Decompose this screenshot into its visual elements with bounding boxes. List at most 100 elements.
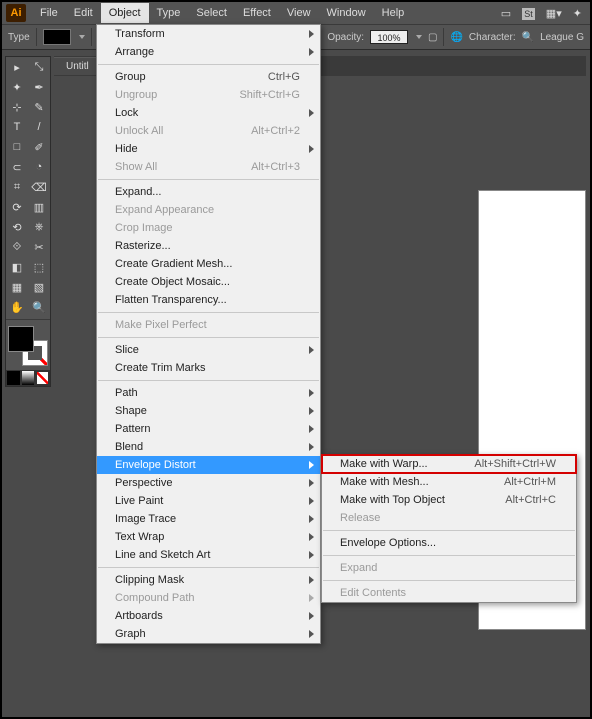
menu-separator xyxy=(323,580,575,581)
menu-item-label: Envelope Distort xyxy=(115,459,196,471)
menu-item-shape[interactable]: Shape xyxy=(97,402,320,420)
menubar: Ai FileEditObjectTypeSelectEffectViewWin… xyxy=(2,2,590,24)
menu-item-perspective[interactable]: Perspective xyxy=(97,474,320,492)
menu-item-make-with-top-object[interactable]: Make with Top ObjectAlt+Ctrl+C xyxy=(322,491,576,509)
tool-4[interactable]: ⊹ xyxy=(6,97,28,117)
menu-select[interactable]: Select xyxy=(188,3,235,23)
tool-3[interactable]: ✒ xyxy=(28,77,50,97)
menu-item-label: Create Gradient Mesh... xyxy=(115,258,232,270)
tool-0[interactable]: ▸ xyxy=(6,57,28,77)
menu-object[interactable]: Object xyxy=(101,3,149,23)
menu-item-create-gradient-mesh[interactable]: Create Gradient Mesh... xyxy=(97,255,320,273)
menu-item-lock[interactable]: Lock xyxy=(97,104,320,122)
tool-10[interactable]: ⊂ xyxy=(6,157,28,177)
chevron-right-icon xyxy=(309,48,314,56)
menu-item-expand: Expand xyxy=(322,559,576,577)
menu-item-label: Perspective xyxy=(115,477,172,489)
tools-panel: ▸⤡✦✒⊹✎T/□✐⊂◔⌗⌫⟳▥⟲⎈⟐✂◧⬚▦▧✋🔍 xyxy=(5,56,51,387)
menu-edit[interactable]: Edit xyxy=(66,3,101,23)
font-name[interactable]: League G xyxy=(540,32,584,43)
search-bar-icon[interactable]: ▭ xyxy=(501,7,511,20)
chevron-down-icon[interactable] xyxy=(79,35,85,39)
tool-20[interactable]: ◧ xyxy=(6,257,28,277)
menu-item-label: Expand Appearance xyxy=(115,204,214,216)
menu-effect[interactable]: Effect xyxy=(235,3,279,23)
menu-item-crop-image: Crop Image xyxy=(97,219,320,237)
menu-file[interactable]: File xyxy=(32,3,66,23)
tool-15[interactable]: ▥ xyxy=(28,197,50,217)
tool-25[interactable]: 🔍 xyxy=(28,297,50,317)
menu-item-label: Flatten Transparency... xyxy=(115,294,227,306)
menu-view[interactable]: View xyxy=(279,3,319,23)
menu-item-group[interactable]: GroupCtrl+G xyxy=(97,68,320,86)
tool-21[interactable]: ⬚ xyxy=(28,257,50,277)
chevron-right-icon xyxy=(309,461,314,469)
menu-item-flatten-transparency[interactable]: Flatten Transparency... xyxy=(97,291,320,309)
menu-item-image-trace[interactable]: Image Trace xyxy=(97,510,320,528)
tool-17[interactable]: ⎈ xyxy=(28,217,50,237)
menu-item-label: Clipping Mask xyxy=(115,574,184,586)
menu-item-label: Rasterize... xyxy=(115,240,171,252)
tool-7[interactable]: / xyxy=(28,117,50,137)
color-mode-row[interactable] xyxy=(6,370,50,386)
menu-shortcut: Alt+Shift+Ctrl+W xyxy=(454,458,556,470)
tool-13[interactable]: ⌫ xyxy=(28,177,50,197)
menu-item-envelope-options[interactable]: Envelope Options... xyxy=(322,534,576,552)
object-menu: TransformArrangeGroupCtrl+GUngroupShift+… xyxy=(96,24,321,644)
menu-item-create-object-mosaic[interactable]: Create Object Mosaic... xyxy=(97,273,320,291)
tool-24[interactable]: ✋ xyxy=(6,297,28,317)
tool-23[interactable]: ▧ xyxy=(28,277,50,297)
opacity-input[interactable]: 100% xyxy=(370,30,408,44)
menu-item-slice[interactable]: Slice xyxy=(97,341,320,359)
menu-item-expand-appearance: Expand Appearance xyxy=(97,201,320,219)
menu-help[interactable]: Help xyxy=(374,3,413,23)
menu-item-make-with-mesh[interactable]: Make with Mesh...Alt+Ctrl+M xyxy=(322,473,576,491)
menu-type[interactable]: Type xyxy=(149,3,189,23)
chevron-down-icon[interactable] xyxy=(416,35,422,39)
menu-item-hide[interactable]: Hide xyxy=(97,140,320,158)
fill-stroke-control[interactable] xyxy=(8,326,48,366)
document-tab[interactable]: Untitl xyxy=(54,57,101,75)
tool-18[interactable]: ⟐ xyxy=(6,237,28,257)
menu-item-expand[interactable]: Expand... xyxy=(97,183,320,201)
menu-item-pattern[interactable]: Pattern xyxy=(97,420,320,438)
tool-19[interactable]: ✂ xyxy=(28,237,50,257)
gpu-icon[interactable]: ✦ xyxy=(573,7,582,20)
menu-item-create-trim-marks[interactable]: Create Trim Marks xyxy=(97,359,320,377)
menu-item-clipping-mask[interactable]: Clipping Mask xyxy=(97,571,320,589)
tool-1[interactable]: ⤡ xyxy=(28,57,50,77)
tool-8[interactable]: □ xyxy=(6,137,28,157)
menu-item-blend[interactable]: Blend xyxy=(97,438,320,456)
menu-item-text-wrap[interactable]: Text Wrap xyxy=(97,528,320,546)
tool-5[interactable]: ✎ xyxy=(28,97,50,117)
tool-16[interactable]: ⟲ xyxy=(6,217,28,237)
tool-2[interactable]: ✦ xyxy=(6,77,28,97)
menu-item-make-with-warp[interactable]: Make with Warp...Alt+Shift+Ctrl+W xyxy=(322,455,576,473)
menu-item-arrange[interactable]: Arrange xyxy=(97,43,320,61)
tool-11[interactable]: ◔ xyxy=(28,157,50,177)
menu-item-graph[interactable]: Graph xyxy=(97,625,320,643)
menu-shortcut: Shift+Ctrl+G xyxy=(219,89,300,101)
tool-12[interactable]: ⌗ xyxy=(6,177,28,197)
tool-9[interactable]: ✐ xyxy=(28,137,50,157)
menu-item-live-paint[interactable]: Live Paint xyxy=(97,492,320,510)
envelope-distort-submenu: Make with Warp...Alt+Shift+Ctrl+WMake wi… xyxy=(321,454,577,603)
chevron-right-icon xyxy=(309,109,314,117)
tool-14[interactable]: ⟳ xyxy=(6,197,28,217)
menu-item-envelope-distort[interactable]: Envelope Distort xyxy=(97,456,320,474)
stock-icon[interactable]: St xyxy=(522,8,535,20)
menu-window[interactable]: Window xyxy=(319,3,374,23)
tool-22[interactable]: ▦ xyxy=(6,277,28,297)
menu-item-line-and-sketch-art[interactable]: Line and Sketch Art xyxy=(97,546,320,564)
search-icon[interactable]: 🔍 xyxy=(522,32,534,43)
fill-swatch[interactable] xyxy=(43,29,71,45)
globe-icon[interactable]: 🌐 xyxy=(450,32,462,43)
menu-item-rasterize[interactable]: Rasterize... xyxy=(97,237,320,255)
menu-item-label: Path xyxy=(115,387,138,399)
tool-6[interactable]: T xyxy=(6,117,28,137)
menu-item-artboards[interactable]: Artboards xyxy=(97,607,320,625)
menu-item-transform[interactable]: Transform xyxy=(97,25,320,43)
menu-item-path[interactable]: Path xyxy=(97,384,320,402)
arrange-docs-icon[interactable]: ▦▾ xyxy=(546,7,562,20)
style-icon[interactable]: ▢ xyxy=(428,32,437,43)
